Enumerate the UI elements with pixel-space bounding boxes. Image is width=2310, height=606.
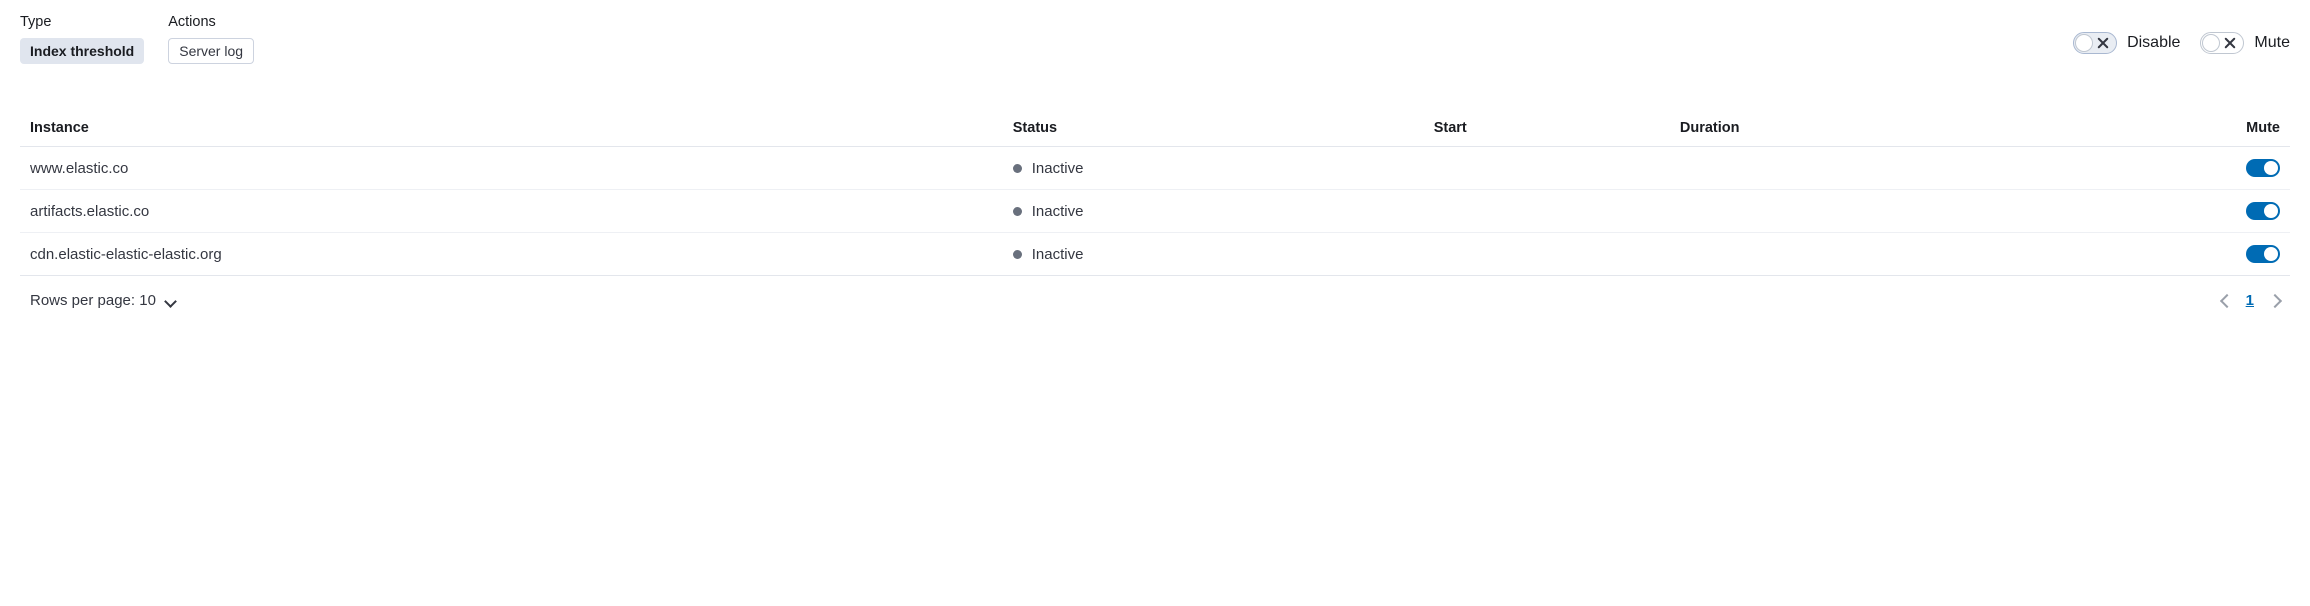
header-row: Type Index threshold Actions Server log … <box>20 14 2290 64</box>
cell-start <box>1424 190 1670 233</box>
disable-switch-group: Disable <box>2073 32 2180 54</box>
switch-thumb <box>2075 34 2093 52</box>
cell-start <box>1424 233 1670 276</box>
close-icon <box>2097 37 2109 49</box>
actions-block: Actions Server log <box>168 14 254 64</box>
table-header-row: Instance Status Start Duration Mute <box>20 112 2290 147</box>
col-start[interactable]: Start <box>1424 112 1670 147</box>
cell-mute <box>2039 190 2290 233</box>
status-dot-icon <box>1013 250 1022 259</box>
row-mute-switch[interactable] <box>2246 159 2280 177</box>
cell-duration <box>1670 147 2039 190</box>
status-dot-icon <box>1013 164 1022 173</box>
rows-per-page-select[interactable]: Rows per page: 10 <box>30 292 176 309</box>
cell-start <box>1424 147 1670 190</box>
prev-page-button[interactable] <box>2220 295 2232 307</box>
close-icon <box>2224 37 2236 49</box>
cell-mute <box>2039 233 2290 276</box>
row-mute-switch[interactable] <box>2246 202 2280 220</box>
cell-instance: artifacts.elastic.co <box>20 190 1003 233</box>
table-footer: Rows per page: 10 1 <box>20 292 2290 309</box>
pagination: 1 <box>2220 292 2280 309</box>
header-controls: Disable Mute <box>2073 14 2290 54</box>
disable-label: Disable <box>2127 34 2180 52</box>
status-text: Inactive <box>1032 203 1084 220</box>
cell-mute <box>2039 147 2290 190</box>
actions-badge[interactable]: Server log <box>168 38 254 64</box>
mute-switch[interactable] <box>2200 32 2244 54</box>
type-label: Type <box>20 14 144 30</box>
disable-switch[interactable] <box>2073 32 2117 54</box>
type-badge[interactable]: Index threshold <box>20 38 144 64</box>
status-dot-icon <box>1013 207 1022 216</box>
cell-instance: cdn.elastic-elastic-elastic.org <box>20 233 1003 276</box>
switch-thumb <box>2202 34 2220 52</box>
switch-thumb <box>2264 161 2278 175</box>
col-mute[interactable]: Mute <box>2039 112 2290 147</box>
row-mute-switch[interactable] <box>2246 245 2280 263</box>
col-status[interactable]: Status <box>1003 112 1424 147</box>
actions-label: Actions <box>168 14 254 30</box>
mute-switch-group: Mute <box>2200 32 2290 54</box>
type-block: Type Index threshold <box>20 14 144 64</box>
col-duration[interactable]: Duration <box>1670 112 2039 147</box>
instances-table: Instance Status Start Duration Mute www.… <box>20 112 2290 276</box>
col-instance[interactable]: Instance <box>20 112 1003 147</box>
cell-status: Inactive <box>1003 147 1424 190</box>
table-row: cdn.elastic-elastic-elastic.org Inactive <box>20 233 2290 276</box>
chevron-down-icon <box>164 295 176 307</box>
next-page-button[interactable] <box>2268 295 2280 307</box>
switch-thumb <box>2264 247 2278 261</box>
page-number[interactable]: 1 <box>2246 292 2254 309</box>
cell-status: Inactive <box>1003 233 1424 276</box>
cell-status: Inactive <box>1003 190 1424 233</box>
table-row: artifacts.elastic.co Inactive <box>20 190 2290 233</box>
instances-table-wrap: Instance Status Start Duration Mute www.… <box>20 112 2290 309</box>
cell-instance: www.elastic.co <box>20 147 1003 190</box>
switch-thumb <box>2264 204 2278 218</box>
cell-duration <box>1670 233 2039 276</box>
status-text: Inactive <box>1032 160 1084 177</box>
table-row: www.elastic.co Inactive <box>20 147 2290 190</box>
mute-label: Mute <box>2254 34 2290 52</box>
cell-duration <box>1670 190 2039 233</box>
rows-per-page-label: Rows per page: 10 <box>30 292 156 309</box>
status-text: Inactive <box>1032 246 1084 263</box>
